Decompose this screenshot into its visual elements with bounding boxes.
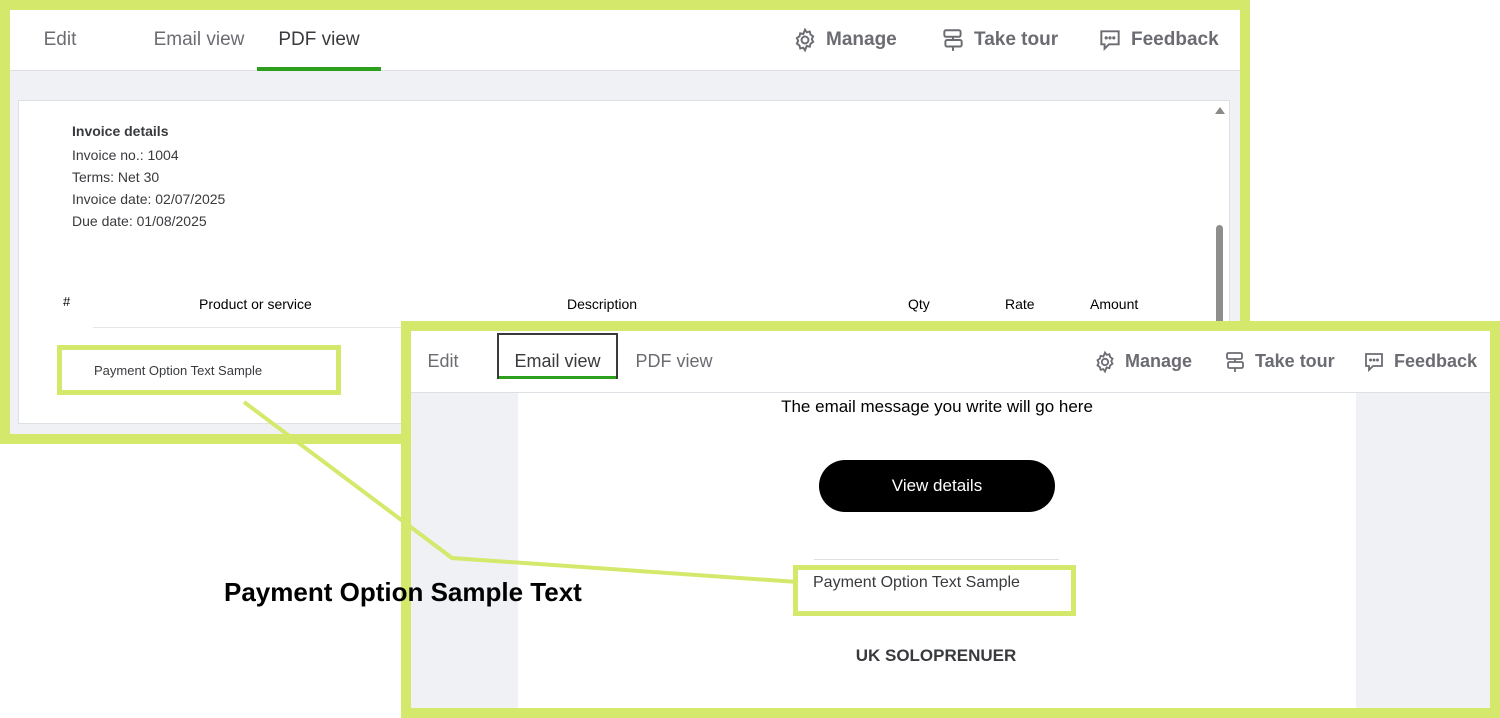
speech-bubble-icon <box>1365 352 1383 372</box>
take-tour-button[interactable]: Take tour <box>1223 331 1335 392</box>
email-preview-sheet: The email message you write will go here… <box>518 393 1356 708</box>
tab-pdf-view[interactable]: PDF view <box>257 10 381 71</box>
email-view-panel: Edit Email view PDF view Manage Take tou… <box>401 321 1500 718</box>
column-header-description: Description <box>567 296 638 312</box>
email-tab-bar: Edit Email view PDF view Manage Take tou… <box>411 331 1490 393</box>
column-header-amount: Amount <box>1090 296 1139 312</box>
invoice-terms: Terms: Net 30 <box>72 169 160 185</box>
manage-button[interactable]: Manage <box>792 10 897 70</box>
view-details-button[interactable]: View details <box>819 460 1055 512</box>
tab-pdf-view-label: PDF view <box>278 29 360 50</box>
tab-email-view-label: Email view <box>514 351 601 371</box>
feedback-button[interactable]: Feedback <box>1097 10 1219 70</box>
gear-icon <box>1096 350 1114 373</box>
pdf-payment-option-highlight: Payment Option Text Sample <box>57 345 341 395</box>
tab-email-view[interactable]: Email view <box>497 331 618 392</box>
email-divider <box>814 559 1059 560</box>
pdf-payment-option-text: Payment Option Text Sample <box>94 363 263 378</box>
feedback-label: Feedback <box>1394 351 1478 371</box>
column-header-product: Product or service <box>199 296 312 312</box>
invoice-number: Invoice no.: 1004 <box>72 147 179 163</box>
feedback-button[interactable]: Feedback <box>1362 331 1477 392</box>
column-header-qty: Qty <box>908 296 930 312</box>
manage-label: Manage <box>826 29 897 50</box>
scroll-up-arrow-icon[interactable] <box>1215 107 1225 114</box>
tab-edit[interactable]: Edit <box>32 10 88 70</box>
manage-button[interactable]: Manage <box>1093 331 1192 392</box>
invoice-details-heading: Invoice details <box>72 123 169 139</box>
pdf-tab-bar: Edit Email view PDF view Manage Take tou… <box>10 10 1240 71</box>
tab-email-view[interactable]: Email view <box>134 10 264 70</box>
tab-pdf-view[interactable]: PDF view <box>629 331 719 392</box>
column-header-rate: Rate <box>1005 296 1035 312</box>
gear-icon <box>795 27 815 53</box>
take-tour-label: Take tour <box>974 29 1059 50</box>
email-payment-option-highlight: Payment Option Text Sample <box>793 565 1076 616</box>
column-header-index: # <box>63 294 71 309</box>
invoice-due-date: Due date: 01/08/2025 <box>72 213 207 229</box>
annotation-label: Payment Option Sample Text <box>224 577 582 607</box>
invoice-date: Invoice date: 02/07/2025 <box>72 191 226 207</box>
tab-edit[interactable]: Edit <box>425 331 461 392</box>
active-tab-indicator <box>499 376 616 379</box>
take-tour-label: Take tour <box>1255 351 1335 371</box>
email-payment-option-text: Payment Option Text Sample <box>813 574 1020 591</box>
signpost-icon <box>1226 351 1244 372</box>
take-tour-button[interactable]: Take tour <box>940 10 1058 70</box>
speech-bubble-icon <box>1100 30 1120 52</box>
manage-label: Manage <box>1125 351 1193 371</box>
feedback-label: Feedback <box>1131 29 1219 50</box>
company-name: UK SOLOPRENUER <box>855 646 1017 665</box>
table-header-divider <box>93 327 423 328</box>
signpost-icon <box>943 29 963 51</box>
email-message-placeholder: The email message you write will go here <box>781 397 1093 416</box>
